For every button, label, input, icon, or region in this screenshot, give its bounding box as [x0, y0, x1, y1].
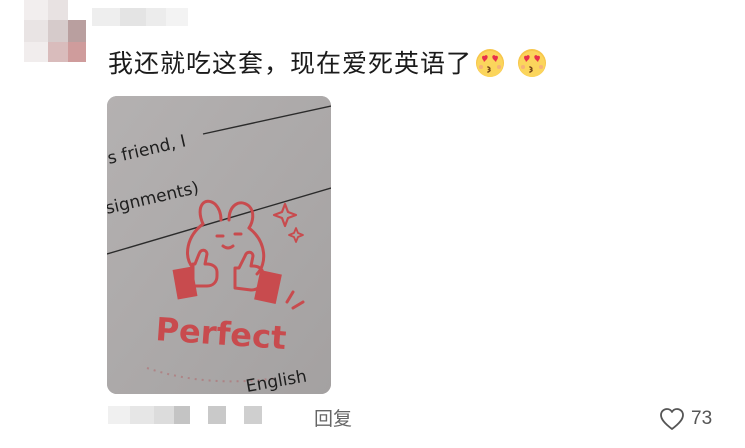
comment-body: 我还就吃这套，现在爱死英语了: [108, 49, 473, 78]
comment-meta: [108, 406, 268, 426]
username[interactable]: [92, 8, 188, 26]
reply-button[interactable]: 回复: [314, 405, 352, 433]
photo-content: s friend, I signments) Perfect English: [107, 96, 331, 394]
like-count: 73: [691, 408, 713, 429]
heart-outline-icon: [660, 408, 684, 430]
heart-eyes-kiss-emoji-icon: [517, 49, 546, 77]
like-button[interactable]: 73: [659, 406, 712, 432]
comment-text: 我还就吃这套，现在爱死英语了: [108, 46, 549, 89]
avatar[interactable]: [24, 0, 94, 62]
comment-photo[interactable]: s friend, I signments) Perfect English: [107, 96, 331, 394]
heart-eyes-kiss-emoji-icon: [476, 49, 505, 77]
